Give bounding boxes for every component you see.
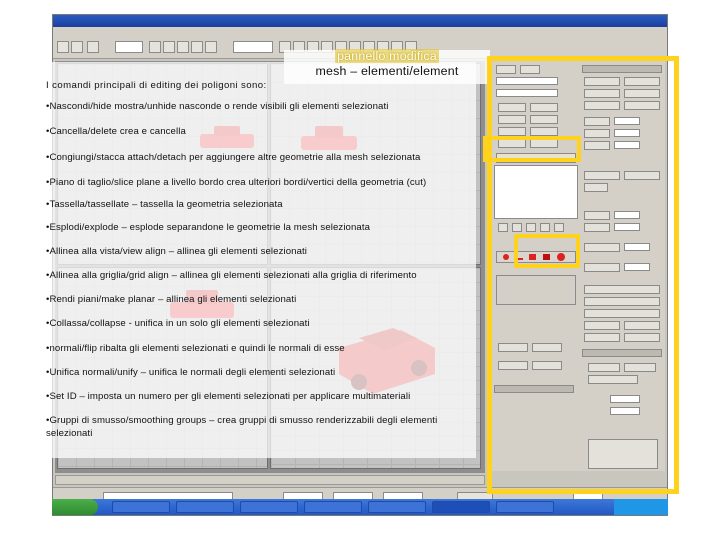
list-item: •Set ID – imposta un numero per gli elem… bbox=[46, 391, 411, 402]
taskbar-item[interactable] bbox=[496, 501, 554, 513]
list-item: •Allinea alla griglia/grid align – allin… bbox=[46, 270, 417, 281]
list-item: •Gruppi di smusso/smoothing groups – cre… bbox=[46, 415, 438, 439]
list-item: •Cancella/delete crea e cancella bbox=[46, 126, 186, 137]
taskbar-item[interactable] bbox=[112, 501, 170, 513]
list-item: •Rendi piani/make planar – allinea gli e… bbox=[46, 294, 297, 305]
list-item: •Nascondi/hide mostra/unhide nasconde o … bbox=[46, 101, 389, 112]
system-tray bbox=[614, 499, 668, 515]
scale-icon[interactable] bbox=[205, 41, 217, 53]
link-icon[interactable] bbox=[87, 41, 99, 53]
taskbar-item[interactable] bbox=[368, 501, 426, 513]
window-titlebar bbox=[53, 15, 667, 27]
slide-title-line-1: pannello modifica bbox=[284, 49, 490, 63]
list-item: •Congiungi/stacca attach/detach per aggi… bbox=[46, 152, 421, 163]
highlight-frame-modifier-stack bbox=[483, 136, 581, 162]
slide-title-line-2: mesh – elementi/element bbox=[315, 64, 459, 78]
list-item: •normali/flip ribalta gli elementi selez… bbox=[46, 343, 345, 354]
highlight-frame-command-panel bbox=[487, 56, 679, 494]
select-by-name-icon[interactable] bbox=[163, 41, 175, 53]
start-button[interactable] bbox=[52, 499, 98, 515]
redo-icon[interactable] bbox=[71, 41, 83, 53]
list-item: •Piano di taglio/slice plane a livello b… bbox=[46, 177, 427, 188]
list-item: •Unifica normali/unify – unifica le norm… bbox=[46, 367, 336, 378]
select-icon[interactable] bbox=[149, 41, 161, 53]
list-item: •Esplodi/explode – esplode separandone l… bbox=[46, 222, 371, 233]
time-slider[interactable] bbox=[55, 475, 485, 485]
taskbar-item-active[interactable] bbox=[432, 501, 490, 513]
reference-coordinate-dropdown[interactable] bbox=[233, 41, 273, 53]
list-item: •Tassella/tassellate – tassella la geome… bbox=[46, 199, 283, 210]
taskbar-item[interactable] bbox=[240, 501, 298, 513]
windows-taskbar bbox=[52, 499, 668, 515]
slide-title-line-1-text: pannello modifica bbox=[335, 49, 439, 63]
list-item: •Allinea alla vista/view align – allinea… bbox=[46, 246, 308, 257]
menu-bar bbox=[53, 27, 667, 37]
list-item: •Collassa/collapse - unifica in un solo … bbox=[46, 318, 310, 329]
highlight-frame-subobject-icons bbox=[514, 234, 580, 268]
taskbar-item[interactable] bbox=[304, 501, 362, 513]
move-icon[interactable] bbox=[177, 41, 189, 53]
undo-icon[interactable] bbox=[57, 41, 69, 53]
selection-filter-dropdown[interactable] bbox=[115, 41, 143, 53]
taskbar-item[interactable] bbox=[176, 501, 234, 513]
rotate-icon[interactable] bbox=[191, 41, 203, 53]
